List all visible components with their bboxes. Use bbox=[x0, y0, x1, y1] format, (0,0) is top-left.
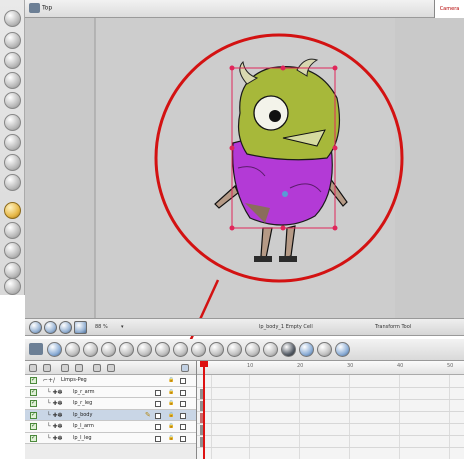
layer-name[interactable]: lp_body bbox=[73, 412, 92, 418]
ease-icon[interactable] bbox=[173, 342, 188, 357]
zoom-dropdown-icon[interactable]: ▾ bbox=[121, 324, 124, 330]
layer-visibility-checkbox[interactable] bbox=[30, 422, 37, 430]
reset-zoom-icon[interactable] bbox=[59, 321, 72, 334]
add-peg-icon[interactable] bbox=[65, 342, 80, 357]
layer-row[interactable]: └ ✚✽ lp_r_arm 🔒 bbox=[25, 386, 196, 398]
layer-option-icon[interactable] bbox=[180, 424, 186, 430]
layer-option-icon[interactable] bbox=[180, 412, 186, 419]
reset-view-icon[interactable] bbox=[29, 321, 42, 334]
layer-option-icon[interactable] bbox=[180, 378, 186, 384]
drawing-layer-icon: └ ✚✽ bbox=[47, 400, 63, 407]
lock-icon[interactable]: 🔒 bbox=[168, 423, 174, 429]
lock-icon[interactable]: 🔒 bbox=[168, 412, 174, 418]
group-icon[interactable] bbox=[317, 342, 332, 357]
reset-icon[interactable] bbox=[209, 342, 224, 357]
layer-name[interactable]: Limps-Peg bbox=[61, 377, 87, 383]
layer-option-icon[interactable] bbox=[180, 389, 186, 396]
light-table-icon[interactable] bbox=[299, 342, 314, 357]
frame-tick-label: 50 bbox=[447, 363, 454, 369]
drawing-layer-icon: └ ✚✽ bbox=[47, 434, 63, 442]
layer-option-icon[interactable] bbox=[155, 401, 161, 407]
show-all-icon[interactable] bbox=[29, 364, 37, 372]
lock-icon[interactable]: 🔒 bbox=[168, 400, 174, 406]
layer-option-icon[interactable] bbox=[155, 412, 161, 419]
timeline-layers-panel: ⌐+/ Limps-Peg 🔒 └ ✚✽ lp_r_arm 🔒 └ ✚✽ lp_… bbox=[25, 361, 197, 459]
layer-row[interactable]: └ ✚✽ lp_l_leg 🔒 bbox=[25, 432, 196, 444]
layer-visibility-checkbox[interactable] bbox=[30, 434, 37, 442]
clear-exposure-icon[interactable] bbox=[263, 342, 278, 357]
layer-row[interactable]: ⌐+/ Limps-Peg 🔒 bbox=[25, 375, 196, 387]
delete-layer-icon[interactable] bbox=[83, 342, 98, 357]
add-layer-icon[interactable] bbox=[47, 342, 62, 357]
frame-tick-label: 40 bbox=[397, 363, 404, 369]
drawing-layer-icon: └ ✚✽ bbox=[47, 388, 63, 396]
grid-toggle-icon[interactable] bbox=[74, 321, 87, 334]
reset-rotation-icon[interactable] bbox=[44, 321, 57, 334]
current-cell-info: lp_body_1 Empty Cell bbox=[259, 324, 313, 330]
insert-blank-cell-icon[interactable] bbox=[245, 342, 260, 357]
layer-option-icon[interactable] bbox=[155, 424, 161, 430]
layer-panel-header bbox=[25, 361, 196, 375]
layer-name[interactable]: lp_r_arm bbox=[73, 389, 95, 395]
layer-color-icon[interactable] bbox=[107, 364, 115, 372]
motion-keyframe-icon[interactable] bbox=[137, 342, 152, 357]
zoom-level[interactable]: 88 % bbox=[95, 324, 108, 330]
timeline-menu-icon[interactable] bbox=[29, 343, 43, 355]
layer-name[interactable]: lp_r_leg bbox=[73, 400, 92, 406]
lock-icon[interactable]: 🔒 bbox=[168, 389, 174, 395]
animate-mode-icon[interactable] bbox=[43, 364, 51, 372]
drawing-layer-icon: └ ✚✽ bbox=[47, 423, 63, 430]
delete-keyframe-icon[interactable] bbox=[119, 342, 134, 357]
frame-tick-label: 20 bbox=[297, 363, 304, 369]
layer-option-icon[interactable] bbox=[155, 435, 161, 442]
lock-icon[interactable]: 🔒 bbox=[168, 435, 174, 441]
layer-visibility-checkbox[interactable] bbox=[30, 376, 37, 384]
layer-option-icon[interactable] bbox=[155, 389, 161, 396]
function-icon[interactable] bbox=[191, 342, 206, 357]
timeline-frames-area[interactable]: 10 20 30 40 50 bbox=[197, 361, 464, 459]
layer-option-icon[interactable] bbox=[180, 435, 186, 442]
lock-icon[interactable]: 🔒 bbox=[168, 377, 174, 383]
drawing-layer-icon: └ ✚✽ bbox=[47, 411, 63, 419]
collapse-icon[interactable] bbox=[181, 364, 189, 372]
layer-row[interactable]: └ ✚✽ lp_l_arm 🔒 bbox=[25, 421, 196, 433]
onion-skin-icon[interactable] bbox=[281, 342, 296, 357]
playhead[interactable] bbox=[203, 361, 205, 459]
camera-status-bar: 88 % ▾ lp_body_1 Empty Cell Transform To… bbox=[25, 318, 464, 336]
extend-exposure-icon[interactable] bbox=[227, 342, 242, 357]
timeline-toolbar bbox=[25, 339, 464, 361]
frame-tick-label: 10 bbox=[247, 363, 254, 369]
layer-name[interactable]: lp_l_arm bbox=[73, 423, 94, 429]
pencil-icon: ✎ bbox=[145, 410, 151, 419]
layer-properties-icon[interactable] bbox=[93, 364, 101, 372]
playhead-handle[interactable] bbox=[200, 361, 208, 367]
add-peg-layer-icon[interactable] bbox=[75, 364, 83, 372]
frame-ruler[interactable]: 10 20 30 40 50 bbox=[197, 361, 464, 375]
frame-tick-label: 30 bbox=[347, 363, 354, 369]
layer-option-icon[interactable] bbox=[180, 401, 186, 407]
layer-visibility-checkbox[interactable] bbox=[30, 411, 37, 419]
add-keyframe-icon[interactable] bbox=[101, 342, 116, 357]
ungroup-icon[interactable] bbox=[335, 342, 350, 357]
current-tool-label: Transform Tool bbox=[375, 324, 412, 330]
layer-name[interactable]: lp_l_leg bbox=[73, 435, 92, 441]
layer-visibility-checkbox[interactable] bbox=[30, 388, 37, 396]
layer-row-selected[interactable]: └ ✚✽ lp_body ✎ 🔒 bbox=[25, 409, 196, 421]
layer-visibility-checkbox[interactable] bbox=[30, 399, 37, 407]
layer-row[interactable]: └ ✚✽ lp_r_leg 🔒 bbox=[25, 398, 196, 410]
add-drawing-layer-icon[interactable] bbox=[61, 364, 69, 372]
peg-icon: ⌐+/ bbox=[43, 377, 56, 384]
stop-motion-keyframe-icon[interactable] bbox=[155, 342, 170, 357]
